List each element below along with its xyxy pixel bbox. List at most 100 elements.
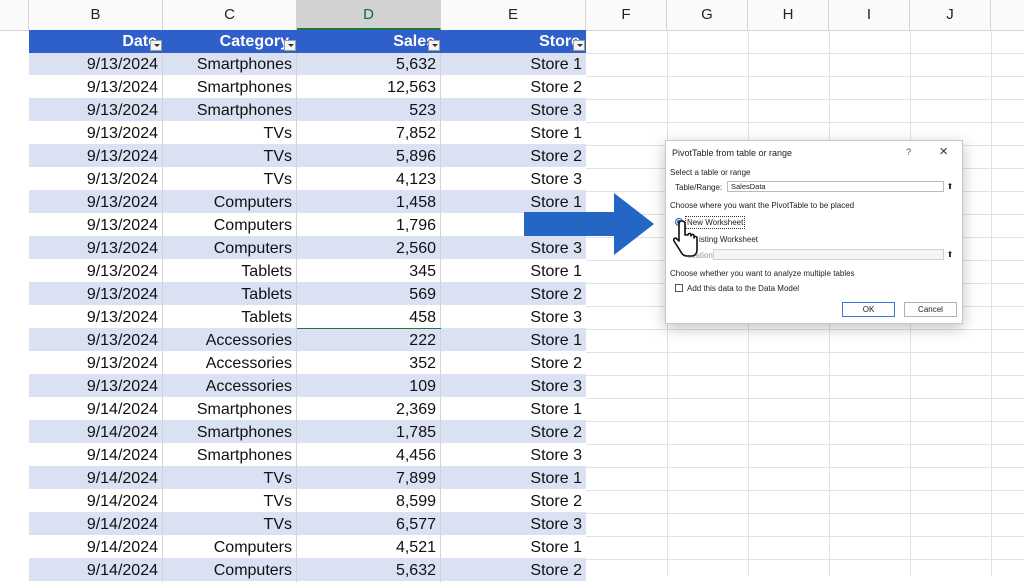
date-cell[interactable]: 9/13/2024	[29, 306, 163, 329]
sales-cell[interactable]: 458	[297, 306, 441, 329]
sales-cell[interactable]: 222	[297, 329, 441, 352]
store-cell[interactable]: Store 1	[441, 536, 586, 559]
store-cell[interactable]: Store 1	[441, 329, 586, 352]
sales-cell[interactable]: 4,456	[297, 444, 441, 467]
column-header-i[interactable]: I	[829, 0, 910, 30]
store-cell[interactable]: Store 2	[441, 559, 586, 582]
category-cell[interactable]: Tablets	[163, 283, 297, 306]
column-header-c[interactable]: C	[163, 0, 297, 30]
category-cell[interactable]: TVs	[163, 467, 297, 490]
category-cell[interactable]: Computers	[163, 559, 297, 582]
category-cell[interactable]: TVs	[163, 490, 297, 513]
store-cell[interactable]: Store 3	[441, 444, 586, 467]
sales-cell[interactable]: 1,458	[297, 191, 441, 214]
sales-cell[interactable]: 6,577	[297, 513, 441, 536]
sales-cell[interactable]: 8,599	[297, 490, 441, 513]
filter-dropdown-icon[interactable]	[428, 40, 440, 51]
store-cell[interactable]: Store 3	[441, 99, 586, 122]
sales-cell[interactable]: 5,896	[297, 145, 441, 168]
date-cell[interactable]: 9/13/2024	[29, 191, 163, 214]
store-cell[interactable]: Store 3	[441, 513, 586, 536]
existing-worksheet-label[interactable]: isting Worksheet	[699, 235, 758, 244]
date-cell[interactable]: 9/14/2024	[29, 421, 163, 444]
category-cell[interactable]: TVs	[163, 145, 297, 168]
date-cell[interactable]: 9/14/2024	[29, 444, 163, 467]
sales-cell[interactable]: 2,369	[297, 398, 441, 421]
category-cell[interactable]: Accessories	[163, 352, 297, 375]
store-cell[interactable]: Store 2	[441, 283, 586, 306]
date-cell[interactable]: 9/14/2024	[29, 559, 163, 582]
collapse-dialog-icon[interactable]: ⬆	[945, 181, 955, 192]
store-cell[interactable]: Store 1	[441, 260, 586, 283]
category-cell[interactable]: Accessories	[163, 375, 297, 398]
date-cell[interactable]: 9/14/2024	[29, 398, 163, 421]
date-cell[interactable]: 9/13/2024	[29, 352, 163, 375]
date-cell[interactable]: 9/13/2024	[29, 122, 163, 145]
date-cell[interactable]: 9/14/2024	[29, 536, 163, 559]
header-store[interactable]: Store	[441, 30, 586, 53]
sales-cell[interactable]: 12,563	[297, 76, 441, 99]
close-button[interactable]: ✕	[939, 145, 948, 158]
store-cell[interactable]: Store 3	[441, 375, 586, 398]
category-cell[interactable]: Computers	[163, 237, 297, 260]
category-cell[interactable]: Computers	[163, 191, 297, 214]
collapse-dialog-icon[interactable]: ⬆	[945, 249, 955, 260]
data-model-label[interactable]: Add this data to the Data Model	[687, 284, 799, 293]
category-cell[interactable]: Tablets	[163, 306, 297, 329]
sales-cell[interactable]: 4,521	[297, 536, 441, 559]
store-cell[interactable]: Store 2	[441, 490, 586, 513]
column-header-e[interactable]: E	[441, 0, 586, 30]
location-input[interactable]	[713, 249, 944, 260]
sales-cell[interactable]: 5,632	[297, 559, 441, 582]
select-all-corner[interactable]	[0, 0, 29, 30]
column-header-g[interactable]: G	[667, 0, 748, 30]
store-cell[interactable]: Store 1	[441, 467, 586, 490]
category-cell[interactable]: TVs	[163, 168, 297, 191]
store-cell[interactable]: Store 3	[441, 168, 586, 191]
sales-cell[interactable]: 569	[297, 283, 441, 306]
sales-cell[interactable]: 352	[297, 352, 441, 375]
column-header-d[interactable]: D	[297, 0, 441, 30]
category-cell[interactable]: Accessories	[163, 329, 297, 352]
filter-dropdown-icon[interactable]	[150, 40, 162, 51]
category-cell[interactable]: Smartphones	[163, 398, 297, 421]
date-cell[interactable]: 9/13/2024	[29, 237, 163, 260]
store-cell[interactable]: Store 1	[441, 122, 586, 145]
category-cell[interactable]: Smartphones	[163, 53, 297, 76]
help-button[interactable]: ?	[906, 147, 911, 157]
date-cell[interactable]: 9/14/2024	[29, 467, 163, 490]
category-cell[interactable]: Smartphones	[163, 444, 297, 467]
date-cell[interactable]: 9/13/2024	[29, 260, 163, 283]
category-cell[interactable]: Smartphones	[163, 421, 297, 444]
sales-cell[interactable]: 5,632	[297, 53, 441, 76]
data-model-checkbox[interactable]	[675, 284, 683, 292]
store-cell[interactable]: Store 3	[441, 306, 586, 329]
table-range-input[interactable]: SalesData	[727, 181, 944, 192]
date-cell[interactable]: 9/13/2024	[29, 283, 163, 306]
store-cell[interactable]: Store 2	[441, 421, 586, 444]
category-cell[interactable]: Smartphones	[163, 76, 297, 99]
store-cell[interactable]: Store 2	[441, 145, 586, 168]
sales-cell[interactable]: 1,785	[297, 421, 441, 444]
date-cell[interactable]: 9/13/2024	[29, 214, 163, 237]
date-cell[interactable]: 9/14/2024	[29, 490, 163, 513]
filter-dropdown-icon[interactable]	[284, 40, 296, 51]
sales-cell[interactable]: 2,560	[297, 237, 441, 260]
category-cell[interactable]: TVs	[163, 122, 297, 145]
category-cell[interactable]: Computers	[163, 214, 297, 237]
date-cell[interactable]: 9/13/2024	[29, 375, 163, 398]
sales-cell[interactable]: 7,852	[297, 122, 441, 145]
sales-cell[interactable]: 523	[297, 99, 441, 122]
header-date[interactable]: Date	[29, 30, 163, 53]
sales-cell[interactable]: 7,899	[297, 467, 441, 490]
store-cell[interactable]: Store 2	[441, 76, 586, 99]
category-cell[interactable]: Computers	[163, 536, 297, 559]
cancel-button[interactable]: Cancel	[904, 302, 957, 317]
store-cell[interactable]: Store 1	[441, 398, 586, 421]
category-cell[interactable]: Smartphones	[163, 99, 297, 122]
ok-button[interactable]: OK	[842, 302, 895, 317]
store-cell[interactable]: Store 1	[441, 53, 586, 76]
column-header-b[interactable]: B	[29, 0, 163, 30]
date-cell[interactable]: 9/13/2024	[29, 329, 163, 352]
column-header-f[interactable]: F	[586, 0, 667, 30]
